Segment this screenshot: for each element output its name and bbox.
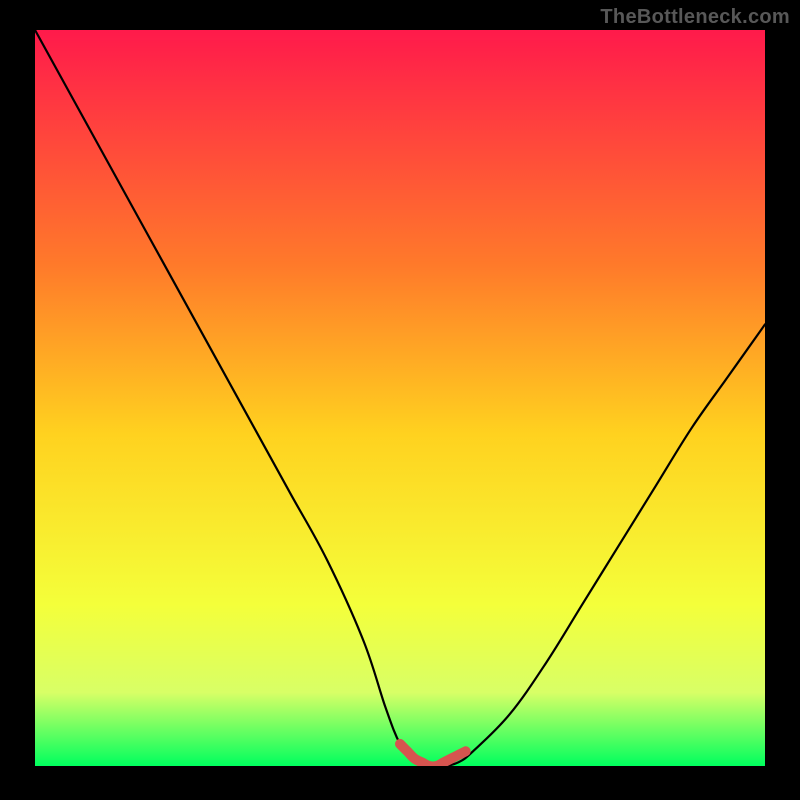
watermark-text: TheBottleneck.com: [600, 6, 790, 29]
plot-area: [35, 30, 765, 766]
gradient-background: [35, 30, 765, 766]
chart-frame: TheBottleneck.com: [0, 0, 800, 800]
bottleneck-chart-svg: [35, 30, 765, 766]
